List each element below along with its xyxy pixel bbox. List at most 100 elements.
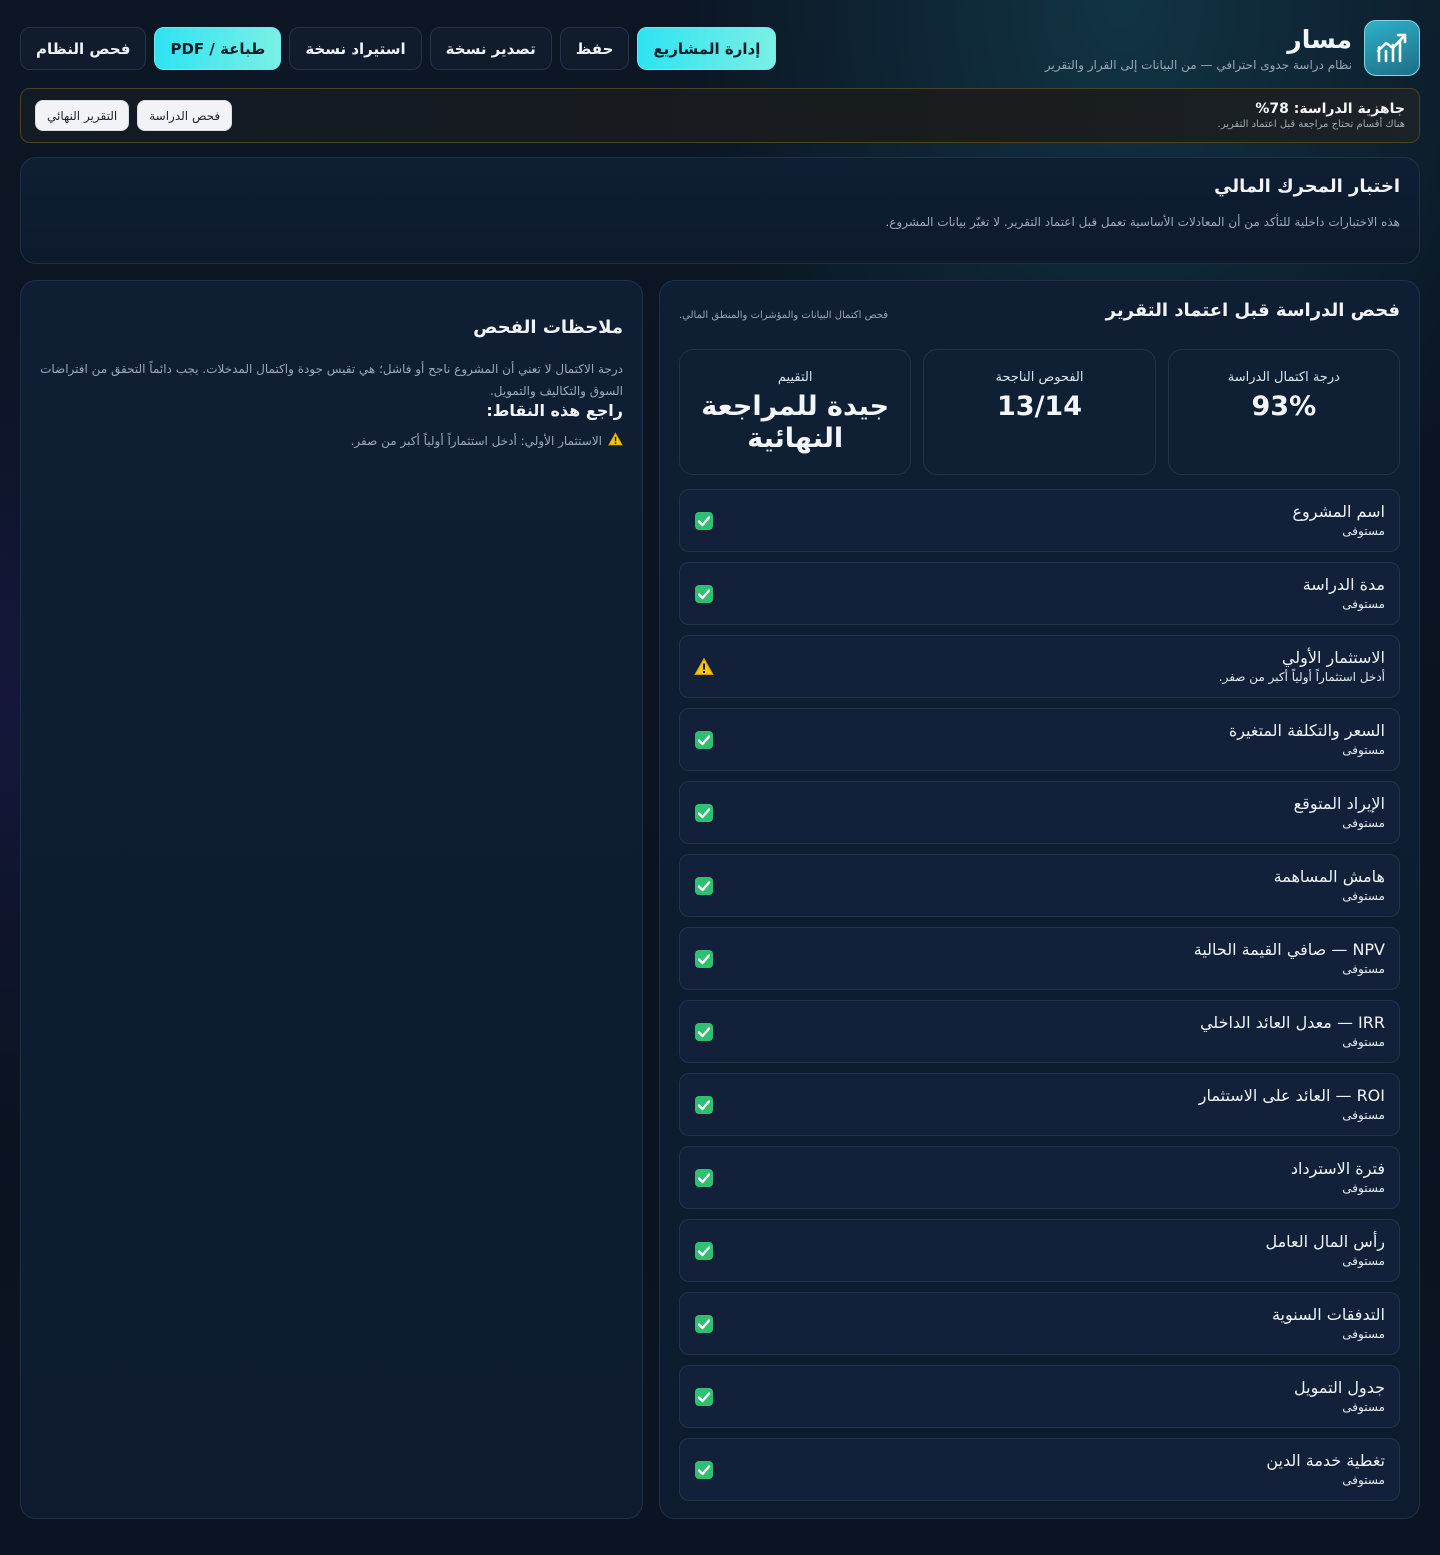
check-item-status: مستوفى [1342,889,1385,903]
readiness-actions: فحص الدراسة التقرير النهائي [35,100,233,131]
readiness-subtitle: هناك أقسام تحتاج مراجعة قبل اعتماد التقر… [1217,119,1405,130]
check-item-name: رأس المال العامل [1265,1232,1385,1251]
engine-title: اختبار المحرك المالي [1214,176,1400,197]
check-study-button[interactable]: فحص الدراسة [137,100,233,131]
check-item-text: السعر والتكلفة المتغيرة مستوفى [1229,721,1385,757]
notes-description: درجة الاكتمال لا تعني أن المشروع ناجح أو… [40,362,623,398]
app-title: مسار [1287,25,1352,54]
stat-value: 93% [1251,391,1317,422]
check-item: IRR — معدل العائد الداخلي مستوفى [679,1000,1400,1063]
check-item-text: مدة الدراسة مستوفى [1303,575,1385,611]
app-subtitle: نظام دراسة جدوى احترافي — من البيانات إل… [1044,58,1352,72]
save-button[interactable]: حفظ [559,27,630,70]
readiness-title: جاهزية الدراسة: 78% [1255,101,1405,117]
check-item-status: مستوفى [1342,816,1385,830]
study-check-card: فحص الدراسة قبل اعتماد التقرير فحص اكتما… [659,280,1420,1519]
check-item-name: فترة الاسترداد [1290,1159,1385,1178]
check-item-status: مستوفى [1342,1108,1385,1122]
stat-passed: الفحوص الناجحة 13/14 [923,349,1156,475]
check-item: NPV — صافي القيمة الحالية مستوفى [679,927,1400,990]
print-pdf-button[interactable]: طباعة / PDF [154,27,282,70]
check-mark-icon [694,584,714,604]
study-check-title: فحص الدراسة قبل اعتماد التقرير [1105,300,1400,321]
check-mark-icon [694,949,714,969]
check-item: مدة الدراسة مستوفى [679,562,1400,625]
top-nav: إدارة المشاريع حفظ تصدير نسخة استيراد نسخة ط… [20,27,777,70]
check-item-name: هامش المساهمة [1273,867,1385,886]
stat-value: جيدة للمراجعة النهائية [701,391,890,454]
check-item: السعر والتكلفة المتغيرة مستوفى [679,708,1400,771]
check-item-status: مستوفى [1342,597,1385,611]
check-item-name: تغطية خدمة الدين [1266,1451,1385,1470]
check-item: فترة الاسترداد مستوفى [679,1146,1400,1209]
check-item: جدول التمويل مستوفى [679,1365,1400,1428]
check-item-status: مستوفى [1342,1035,1385,1049]
study-check-subtitle: فحص اكتمال البيانات والمؤشرات والمنطق ال… [679,310,889,321]
system-check-button[interactable]: فحص النظام [20,27,147,70]
stats-row: درجة اكتمال الدراسة 93% الفحوص الناجحة 1… [679,349,1400,475]
check-item-status: مستوفى [1342,1473,1385,1487]
check-item: اسم المشروع مستوفى [679,489,1400,552]
check-item-text: IRR — معدل العائد الداخلي مستوفى [1200,1013,1385,1049]
stat-label: التقييم [777,370,813,385]
check-item-text: الإيراد المتوقع مستوفى [1294,794,1385,830]
projects-button[interactable]: إدارة المشاريع [637,27,777,70]
check-item-name: IRR — معدل العائد الداخلي [1199,1013,1385,1032]
check-item-status: مستوفى [1342,524,1385,538]
check-item-name: الإيراد المتوقع [1293,794,1385,813]
brand: مسار نظام دراسة جدوى احترافي — من البيان… [1045,20,1420,76]
check-item-status: مستوفى [1342,1181,1385,1195]
check-item-name: الاستثمار الأولي [1281,648,1385,667]
check-item-text: جدول التمويل مستوفى [1294,1378,1385,1414]
check-mark-icon [694,511,714,531]
check-item: ROI — العائد على الاستثمار مستوفى [679,1073,1400,1136]
check-item-text: اسم المشروع مستوفى [1292,502,1385,538]
check-item-status: مستوفى [1342,1254,1385,1268]
check-item-name: اسم المشروع [1292,502,1385,521]
check-mark-icon [694,1095,714,1115]
check-mark-icon [694,730,714,750]
check-item: التدفقات السنوية مستوفى [679,1292,1400,1355]
check-item-name: السعر والتكلفة المتغيرة [1228,721,1385,740]
check-item-status: مستوفى [1342,962,1385,976]
check-item-text: فترة الاسترداد مستوفى [1291,1159,1385,1195]
warning-icon [608,432,623,449]
check-item-status: مستوفى [1342,1400,1385,1414]
check-item: رأس المال العامل مستوفى [679,1219,1400,1282]
check-item-name: جدول التمويل [1294,1378,1385,1397]
check-list: اسم المشروع مستوفى مدة الدراسة مستوفى الاستث… [679,489,1400,1511]
chart-trend-up-icon [1364,20,1420,76]
check-item-status: مستوفى [1342,1327,1385,1341]
check-item-name: ROI — العائد على الاستثمار [1198,1086,1385,1105]
check-item-name: NPV — صافي القيمة الحالية [1193,940,1385,959]
check-item-name: التدفقات السنوية [1271,1305,1385,1324]
check-mark-icon [694,1168,714,1188]
notes-card: ملاحظات الفحص درجة الاكتمال لا تعني أن ا… [20,280,643,1519]
notes-title: ملاحظات الفحص [473,317,623,338]
check-item-text: تغطية خدمة الدين مستوفى [1266,1451,1385,1487]
check-item: الاستثمار الأولي أدخل استثماراً أولياً أك… [679,635,1400,698]
engine-test-panel: اختبار المحرك المالي هذه الاختبارات داخل… [20,157,1420,264]
check-item-name: مدة الدراسة [1302,575,1385,594]
engine-description: هذه الاختبارات داخلية للتأكد من أن المعا… [885,215,1400,229]
check-mark-icon [694,876,714,896]
export-copy-button[interactable]: تصدير نسخة [429,27,552,70]
import-copy-button[interactable]: استيراد نسخة [289,27,422,70]
check-item-text: NPV — صافي القيمة الحالية مستوفى [1194,940,1385,976]
check-mark-icon [694,1460,714,1480]
check-item: تغطية خدمة الدين مستوفى [679,1438,1400,1501]
stat-label: درجة اكتمال الدراسة [1227,370,1340,385]
stat-completion: درجة اكتمال الدراسة 93% [1167,349,1400,475]
stat-value: 13/14 [997,391,1083,422]
warning-icon [694,657,714,677]
check-mark-icon [694,1241,714,1261]
check-item-text: ROI — العائد على الاستثمار مستوفى [1199,1086,1385,1122]
stat-label: الفحوص الناجحة [995,370,1084,385]
check-mark-icon [694,1022,714,1042]
app-header: مسار نظام دراسة جدوى احترافي — من البيان… [20,20,1420,76]
readiness-banner: جاهزية الدراسة: 78% هناك أقسام تحتاج مرا… [20,88,1420,143]
check-item-text: هامش المساهمة مستوفى [1274,867,1385,903]
check-item-text: الاستثمار الأولي أدخل استثماراً أولياً أك… [1219,648,1385,684]
review-title: راجع هذه النقاط: [486,401,623,420]
final-report-button[interactable]: التقرير النهائي [35,100,130,131]
